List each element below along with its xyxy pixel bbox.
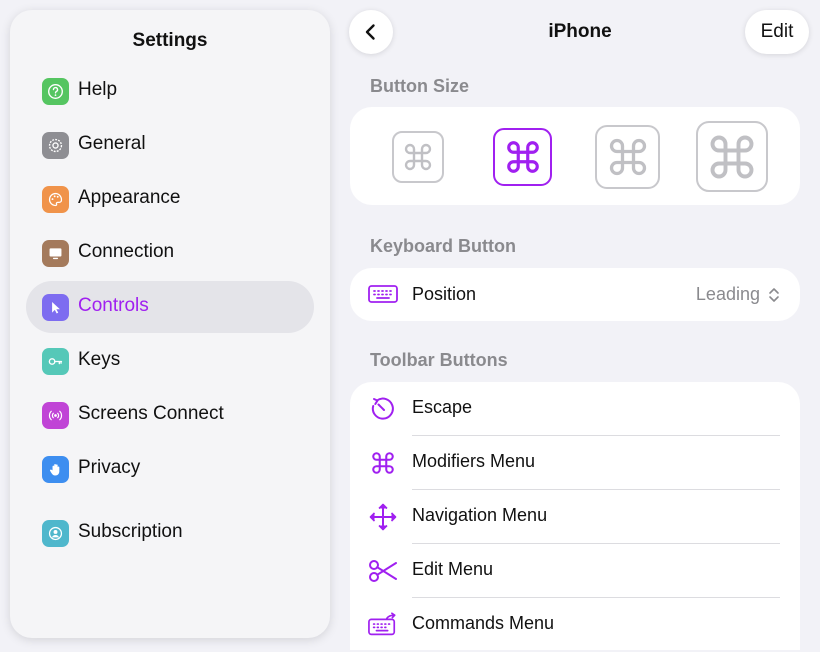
keyboard-arrow-icon	[368, 610, 398, 640]
toolbar-item-label: Navigation Menu	[412, 505, 548, 525]
sidebar-item-label: Keys	[78, 349, 121, 370]
command-icon	[710, 135, 754, 178]
toolbar-item-label: Escape	[412, 397, 473, 417]
monitor-icon	[42, 240, 69, 267]
chevron-up-down-icon	[769, 288, 779, 302]
sidebar-title: Settings	[132, 30, 208, 51]
toolbar-item-modifiers-menu[interactable]: Modifiers Menu	[350, 436, 800, 490]
move-arrows-icon	[368, 502, 398, 532]
cursor-icon	[42, 294, 69, 321]
scissors-icon	[368, 556, 398, 586]
command-icon	[506, 141, 539, 173]
edit-button[interactable]: Edit	[745, 10, 809, 54]
size-option-extra-large[interactable]	[696, 121, 768, 192]
position-label: Position	[412, 284, 477, 304]
sidebar-item-label: Help	[78, 79, 118, 100]
sidebar-item-general[interactable]: General	[26, 119, 314, 171]
toolbar-buttons-card: Escape Modifiers Menu Navigation Menu Ed…	[350, 382, 800, 650]
command-icon	[404, 143, 432, 171]
sidebar-item-label: Controls	[78, 295, 149, 316]
section-header-button-size: Button Size	[370, 76, 469, 96]
toolbar-item-escape[interactable]: Escape	[350, 382, 800, 436]
section-header-toolbar-buttons: Toolbar Buttons	[370, 350, 508, 370]
back-button[interactable]	[349, 10, 393, 54]
sidebar-item-connection[interactable]: Connection	[26, 227, 314, 279]
sidebar-item-label: Appearance	[78, 187, 181, 208]
toolbar-item-commands-menu[interactable]: Commands Menu	[350, 598, 800, 652]
toolbar-item-label: Modifiers Menu	[412, 451, 536, 471]
size-option-medium[interactable]	[493, 128, 552, 186]
toolbar-item-navigation-menu[interactable]: Navigation Menu	[350, 490, 800, 544]
sidebar-item-label: Connection	[78, 241, 175, 262]
size-option-small[interactable]	[392, 131, 444, 183]
toolbar-item-label: Edit Menu	[412, 559, 494, 579]
sidebar-item-label: Privacy	[78, 457, 141, 478]
section-header-keyboard-button: Keyboard Button	[370, 236, 516, 256]
keyboard-button-card: Position Leading	[350, 268, 800, 321]
hand-icon	[42, 456, 69, 483]
sidebar-item-privacy[interactable]: Privacy	[26, 443, 314, 495]
key-icon	[42, 348, 69, 375]
position-value[interactable]: Leading	[696, 284, 760, 305]
sidebar-item-label: Screens Connect	[78, 403, 224, 424]
help-icon	[42, 78, 69, 105]
sidebar-item-controls[interactable]: Controls	[26, 281, 314, 333]
position-row[interactable]: Position Leading	[350, 268, 800, 321]
page-title: iPhone	[548, 21, 612, 42]
sidebar-item-subscription[interactable]: Subscription	[26, 507, 314, 559]
sidebar-item-keys[interactable]: Keys	[26, 335, 314, 387]
sidebar-item-screens-connect[interactable]: Screens Connect	[26, 389, 314, 441]
size-option-large[interactable]	[595, 125, 660, 189]
gear-icon	[42, 132, 69, 159]
broadcast-icon	[42, 402, 69, 429]
person-circle-icon	[42, 520, 69, 547]
settings-sidebar: Settings Help General Appearance Connect…	[10, 10, 330, 638]
palette-icon	[42, 186, 69, 213]
button-size-card	[350, 107, 800, 205]
keyboard-icon	[368, 279, 398, 309]
sidebar-item-label: General	[78, 133, 146, 154]
command-icon	[368, 448, 398, 478]
chevron-left-icon	[365, 24, 375, 40]
sidebar-item-help[interactable]: Help	[26, 65, 314, 117]
escape-icon	[368, 394, 398, 424]
sidebar-item-label: Subscription	[78, 521, 183, 542]
toolbar-item-edit-menu[interactable]: Edit Menu	[350, 544, 800, 598]
toolbar-item-label: Commands Menu	[412, 613, 555, 633]
sidebar-item-appearance[interactable]: Appearance	[26, 173, 314, 225]
command-icon	[609, 138, 646, 176]
